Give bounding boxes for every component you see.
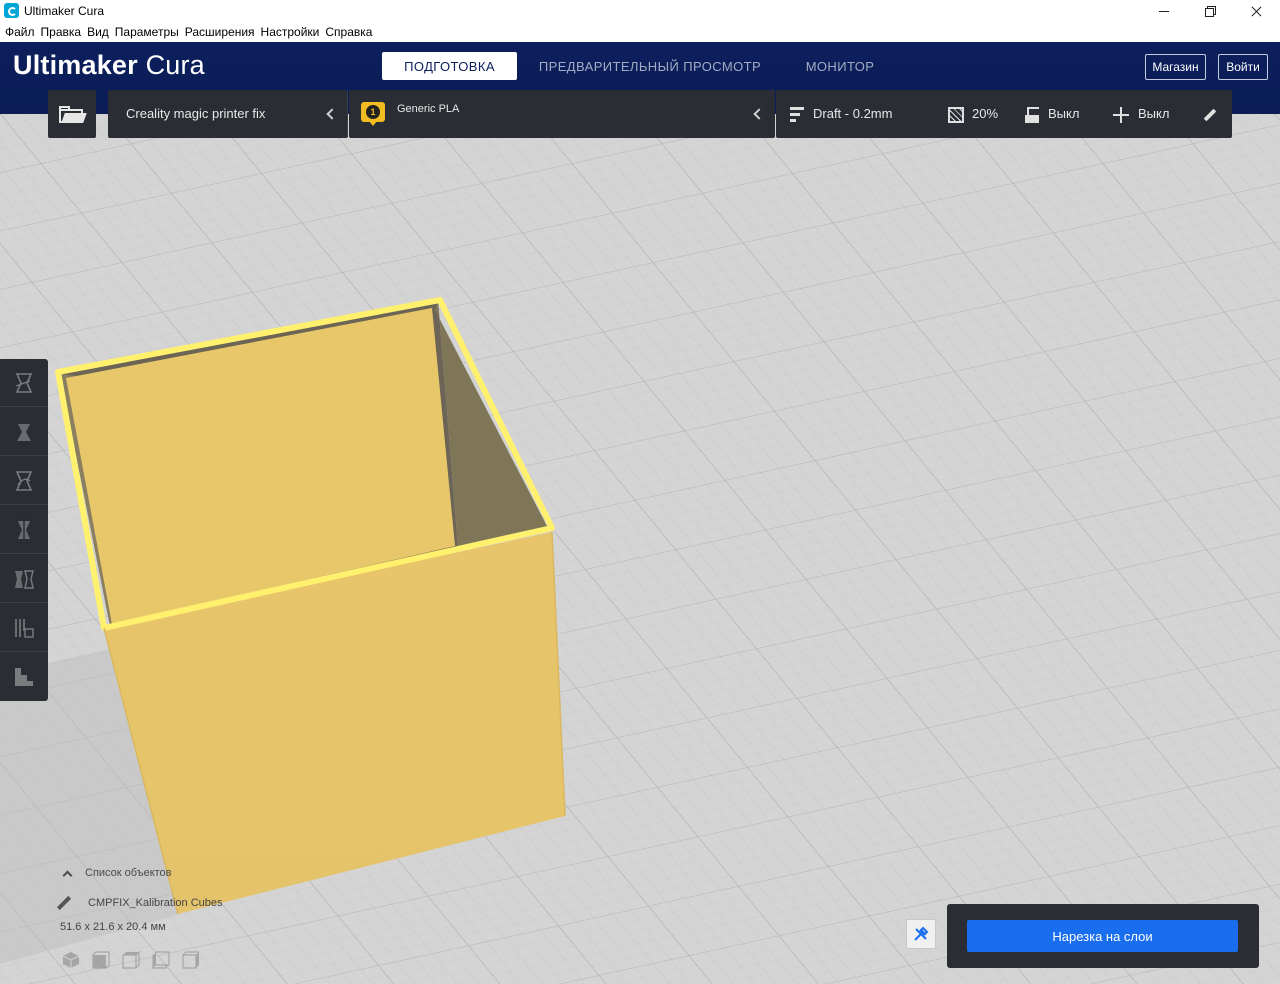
object-list-label: Список объектов <box>85 867 172 879</box>
view-top-icon[interactable] <box>122 951 140 969</box>
material-selector[interactable]: 1 Generic PLA <box>349 90 775 138</box>
login-button[interactable]: Войти <box>1218 54 1268 80</box>
scale-tool-icon <box>17 423 31 441</box>
close-button[interactable] <box>1233 0 1279 22</box>
menu-edit[interactable]: Правка <box>38 22 85 42</box>
scale-tool-button[interactable] <box>0 408 48 456</box>
object-name: CMPFIX_Kalibration Cubes <box>88 897 223 909</box>
infill-icon <box>948 107 964 123</box>
layer-view-button[interactable] <box>0 653 48 701</box>
menu-help[interactable]: Справка <box>322 22 375 42</box>
slice-button[interactable]: Нарезка на слои <box>967 920 1238 952</box>
menu-settings[interactable]: Параметры <box>112 22 182 42</box>
adhesion-value: Выкл <box>1138 106 1170 121</box>
material-name: Generic PLA <box>397 103 460 115</box>
minimize-button[interactable] <box>1141 0 1187 22</box>
move-tool-icon <box>15 372 33 393</box>
maximize-button[interactable] <box>1187 0 1233 22</box>
build-plate-scene <box>0 114 1280 984</box>
infill-value: 20% <box>972 106 999 121</box>
3d-viewport[interactable] <box>0 114 1280 984</box>
close-icon <box>1251 6 1262 17</box>
printer-selector[interactable]: Creality magic printer fix <box>108 90 348 138</box>
open-file-button[interactable] <box>48 90 96 138</box>
profile-icon <box>790 107 806 123</box>
support-blocker-icon <box>15 618 34 638</box>
slice-settings-button[interactable] <box>906 919 936 949</box>
profile-label: Draft - 0.2mm <box>813 106 893 121</box>
rotate-tool-button[interactable] <box>0 457 48 505</box>
menu-view[interactable]: Вид <box>84 22 112 42</box>
extruder-number: 1 <box>366 105 380 119</box>
minimize-icon <box>1159 10 1169 12</box>
support-icon <box>1024 107 1040 123</box>
layer-view-icon <box>15 668 33 686</box>
tool-sidebar <box>0 359 48 701</box>
logo-product: Cura <box>145 50 205 80</box>
view-right-icon[interactable] <box>182 951 200 969</box>
tools-icon <box>914 926 929 941</box>
marketplace-button[interactable]: Магазин <box>1145 54 1206 80</box>
view-left-icon[interactable] <box>152 951 170 969</box>
object-dimensions: 51.6 x 21.6 x 20.4 мм <box>60 921 166 933</box>
print-settings-selector[interactable]: Draft - 0.2mm 20% Выкл Выкл <box>776 90 1232 138</box>
view-front-icon[interactable] <box>92 951 110 969</box>
printer-name: Creality magic printer fix <box>126 106 266 121</box>
menu-preferences[interactable]: Настройки <box>258 22 323 42</box>
adhesion-icon <box>1113 107 1129 123</box>
extruder-icon: 1 <box>361 102 385 126</box>
tab-preview[interactable]: ПРЕДВАРИТЕЛЬНЫЙ ПРОСМОТР <box>532 52 768 80</box>
chevron-up-icon <box>62 870 73 880</box>
pencil-icon[interactable] <box>1203 108 1217 122</box>
menu-extensions[interactable]: Расширения <box>182 22 258 42</box>
rotate-tool-icon <box>15 470 33 491</box>
chevron-left-icon <box>326 108 338 120</box>
support-value: Выкл <box>1048 106 1080 121</box>
window-title: Ultimaker Cura <box>24 4 105 18</box>
folder-open-icon <box>59 106 87 123</box>
object-list-toggle[interactable]: Список объектов <box>62 867 172 880</box>
per-model-settings-button[interactable] <box>0 555 48 603</box>
window-titlebar: Ultimaker Cura <box>0 0 1280 22</box>
logo-brand: Ultimaker <box>13 50 138 80</box>
support-blocker-button[interactable] <box>0 604 48 652</box>
mirror-tool-button[interactable] <box>0 506 48 554</box>
menu-bar: Файл Правка Вид Параметры Расширения Нас… <box>0 22 1280 42</box>
tab-prepare[interactable]: ПОДГОТОВКА <box>382 52 517 80</box>
tab-monitor[interactable]: МОНИТОР <box>790 52 890 80</box>
menu-file[interactable]: Файл <box>2 22 38 42</box>
per-model-settings-icon <box>15 569 34 589</box>
mirror-tool-icon <box>18 518 30 541</box>
move-tool-button[interactable] <box>0 359 48 407</box>
view-3d-icon[interactable] <box>62 951 80 969</box>
chevron-left-icon <box>753 108 765 120</box>
restore-icon <box>1205 6 1216 17</box>
cura-app-icon <box>4 3 19 18</box>
slice-panel: Нарезка на слои <box>947 904 1259 968</box>
ultimaker-cura-logo: Ultimaker Cura <box>13 50 205 81</box>
